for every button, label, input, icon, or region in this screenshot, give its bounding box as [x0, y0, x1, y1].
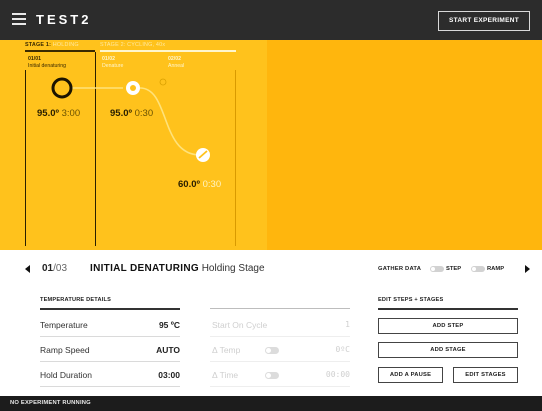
step-navigation: 01/03 INITIAL DENATURING Holding Stage G…	[0, 255, 542, 283]
row-divider	[40, 336, 180, 337]
delta-time-value[interactable]: 00:00	[300, 370, 350, 379]
experiment-title: TEST2	[36, 12, 92, 27]
status-footer: NO EXPERIMENT RUNNING	[0, 396, 542, 411]
ramp-speed-label: Ramp Speed	[40, 345, 90, 355]
gather-data-marker-icon	[159, 78, 167, 86]
previous-step-icon[interactable]	[25, 265, 30, 273]
start-on-cycle-label: Start On Cycle	[212, 320, 268, 330]
ramp-speed-value[interactable]: AUTO	[120, 345, 180, 355]
temperature-label: Temperature	[40, 320, 88, 330]
ramp-toggle-label: RAMP	[487, 266, 505, 272]
edit-stages-button[interactable]: EDIT STAGES	[453, 367, 518, 383]
add-step-button[interactable]: ADD STEP	[378, 318, 518, 334]
start-experiment-button[interactable]: START EXPERIMENT	[437, 11, 530, 31]
chart-empty-area	[267, 40, 542, 250]
delta-time-label: Δ Time	[212, 370, 239, 380]
step-toggle-label: STEP	[446, 266, 462, 272]
temperature-details-title: TEMPERATURE DETAILS	[40, 297, 112, 303]
menu-icon[interactable]	[12, 13, 26, 25]
gather-ramp-toggle[interactable]	[471, 266, 485, 272]
add-pause-button[interactable]: ADD A PAUSE	[378, 367, 443, 383]
row-divider	[210, 386, 350, 387]
temperature-value[interactable]: 95 ºC	[120, 320, 180, 330]
row-divider	[40, 386, 180, 387]
start-on-cycle-value[interactable]: 1	[300, 320, 350, 329]
step-1-reading: 95.0º 3:00	[37, 108, 81, 119]
hold-duration-value[interactable]: 03:00	[120, 370, 180, 380]
top-bar: TEST2 START EXPERIMENT	[0, 0, 542, 40]
next-step-icon[interactable]	[525, 265, 530, 273]
cycle-details-rule	[210, 308, 350, 309]
edit-steps-title: EDIT STEPS + STAGES	[378, 297, 444, 303]
delta-temp-toggle[interactable]	[265, 347, 279, 354]
row-divider	[40, 361, 180, 362]
gather-data-label: GATHER DATA	[378, 266, 422, 272]
delta-time-toggle[interactable]	[265, 372, 279, 379]
temperature-curve	[51, 77, 210, 162]
protocol-chart: STAGE 1: HOLDING STAGE 2: CYCLING, 40x 0…	[0, 40, 542, 250]
row-divider	[210, 336, 350, 337]
current-step-title: INITIAL DENATURING Holding Stage	[90, 263, 265, 274]
gather-step-toggle[interactable]	[430, 266, 444, 272]
step-1-node[interactable]	[51, 77, 73, 99]
step-counter: 01/03	[42, 263, 68, 274]
add-stage-button[interactable]: ADD STAGE	[378, 342, 518, 358]
row-divider	[210, 361, 350, 362]
hold-duration-label: Hold Duration	[40, 370, 92, 380]
edit-steps-rule	[378, 308, 518, 310]
experiment-status: NO EXPERIMENT RUNNING	[10, 400, 91, 406]
step-3-reading: 60.0º 0:30	[178, 179, 222, 190]
delta-temp-label: Δ Temp	[212, 345, 241, 355]
temperature-details-rule	[40, 308, 180, 310]
delta-temp-value[interactable]: 0ºC	[300, 345, 350, 354]
step-2-reading: 95.0º 0:30	[110, 108, 154, 119]
